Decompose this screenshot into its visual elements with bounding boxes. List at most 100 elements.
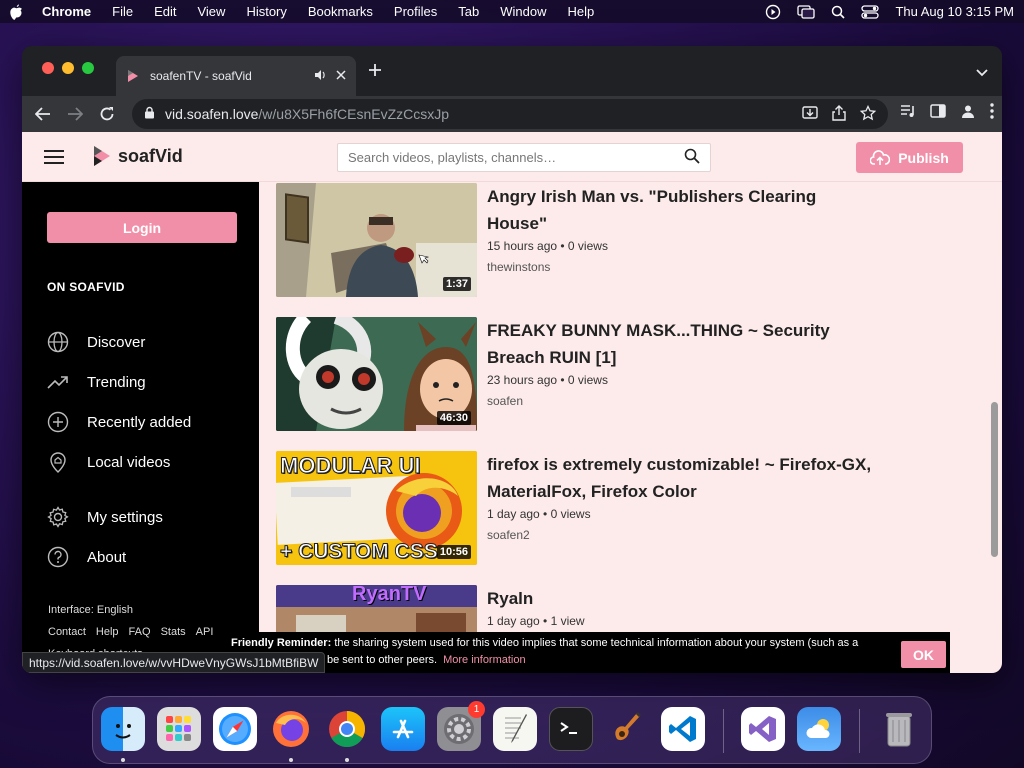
new-tab-button[interactable] — [368, 62, 382, 80]
footer-link-api[interactable]: API — [196, 626, 214, 638]
footer-link-stats[interactable]: Stats — [161, 626, 186, 638]
video-title[interactable]: firefox is extremely customizable! ~ Fir… — [487, 451, 877, 505]
apple-icon[interactable] — [10, 4, 24, 20]
minimize-window-button[interactable] — [62, 62, 74, 74]
reload-icon[interactable] — [96, 103, 118, 125]
privacy-reminder-banner: Friendly Reminder: the sharing system us… — [222, 632, 950, 673]
reminder-label: Friendly Reminder: — [231, 637, 332, 649]
media-controls-icon[interactable] — [900, 104, 916, 123]
video-info: 1 day ago • 0 views — [487, 507, 591, 521]
search-icon[interactable] — [684, 148, 700, 167]
hamburger-menu-icon[interactable] — [44, 150, 64, 164]
list-item: 46:30 FREAKY BUNNY MASK...THING ~ Securi… — [276, 317, 877, 431]
weather-icon[interactable] — [797, 707, 841, 751]
chrome-icon[interactable] — [325, 707, 369, 751]
sidebar-item-recently-added[interactable]: Recently added — [47, 411, 191, 433]
side-panel-icon[interactable] — [930, 104, 946, 123]
firefox-icon[interactable] — [269, 707, 313, 751]
close-tab-icon[interactable] — [336, 69, 346, 83]
video-thumbnail[interactable]: 46:30 — [276, 317, 477, 431]
menu-file[interactable]: File — [112, 4, 133, 19]
search-input[interactable] — [348, 150, 684, 165]
login-button[interactable]: Login — [47, 212, 237, 243]
speaker-icon[interactable] — [314, 69, 326, 84]
menu-bookmarks[interactable]: Bookmarks — [308, 4, 373, 19]
ok-button[interactable]: OK — [901, 641, 946, 668]
video-duration: 46:30 — [436, 411, 471, 425]
garageband-icon[interactable] — [605, 707, 649, 751]
browser-tab-active[interactable]: soafenTV - soafVid — [116, 56, 356, 96]
video-thumbnail[interactable]: MODULAR UI + CUSTOM CSS 10:56 — [276, 451, 477, 565]
video-channel[interactable]: thewinstons — [487, 260, 877, 274]
footer-link-help[interactable]: Help — [96, 626, 119, 638]
profile-avatar-icon[interactable] — [960, 103, 976, 124]
sidebar-item-my-settings[interactable]: My settings — [47, 506, 163, 528]
plus-circle-icon — [47, 411, 69, 433]
back-arrow-icon[interactable] — [32, 103, 54, 125]
video-title[interactable]: Ryaln — [487, 585, 877, 612]
forward-arrow-icon[interactable] — [64, 103, 86, 125]
launchpad-icon[interactable] — [157, 707, 201, 751]
footer-link-contact[interactable]: Contact — [48, 626, 86, 638]
zoom-window-button[interactable] — [82, 62, 94, 74]
visual-studio-icon[interactable] — [741, 707, 785, 751]
vscode-icon[interactable] — [661, 707, 705, 751]
safari-icon[interactable] — [213, 707, 257, 751]
sidebar-item-about[interactable]: About — [47, 546, 126, 568]
textedit-icon[interactable] — [493, 707, 537, 751]
install-app-icon[interactable] — [802, 105, 818, 124]
terminal-icon[interactable] — [549, 707, 593, 751]
system-settings-icon[interactable]: 1 — [437, 701, 485, 751]
menu-history[interactable]: History — [246, 4, 286, 19]
menu-window[interactable]: Window — [500, 4, 546, 19]
page-scrollbar[interactable] — [991, 402, 998, 557]
web-page: soafVid Publish Login ON SOAFVID Discove… — [22, 132, 1002, 673]
clock[interactable]: Thu Aug 10 3:15 PM — [895, 4, 1014, 19]
video-channel[interactable]: soafen2 — [487, 528, 877, 542]
app-store-icon[interactable] — [381, 707, 425, 751]
more-information-link[interactable]: More information — [443, 654, 526, 666]
share-icon[interactable] — [832, 104, 846, 124]
sidebar-item-trending[interactable]: Trending — [47, 371, 146, 393]
logo-text: soafVid — [118, 145, 183, 166]
menu-view[interactable]: View — [197, 4, 225, 19]
video-info: 15 hours ago • 0 views — [487, 239, 608, 253]
video-title[interactable]: FREAKY BUNNY MASK...THING ~ Security Bre… — [487, 317, 877, 371]
dock-separator — [723, 709, 724, 753]
browser-menu-icon[interactable] — [990, 103, 994, 124]
interface-language[interactable]: Interface: English — [48, 599, 223, 621]
site-logo[interactable]: soafVid — [92, 144, 183, 168]
screen-mirroring-icon[interactable] — [797, 4, 816, 19]
close-window-button[interactable] — [42, 62, 54, 74]
footer-link-faq[interactable]: FAQ — [129, 626, 151, 638]
tab-search-chevron-icon[interactable] — [976, 64, 988, 82]
finder-icon[interactable] — [101, 707, 145, 751]
menu-profiles[interactable]: Profiles — [394, 4, 437, 19]
video-thumbnail[interactable]: 1:37 — [276, 183, 477, 297]
sidebar-item-label: Discover — [87, 333, 146, 351]
address-bar[interactable]: vid.soafen.love/w/u8X5Fh6fCEsnEvZzCcsxJp — [132, 99, 888, 129]
list-item: MODULAR UI + CUSTOM CSS 10:56 firefox is… — [276, 451, 877, 565]
trash-icon[interactable] — [877, 707, 921, 751]
sidebar-item-local-videos[interactable]: Local videos — [47, 451, 170, 473]
sidebar-item-label: Recently added — [87, 413, 192, 431]
video-channel[interactable]: soafen — [487, 394, 877, 408]
location-pin-icon — [50, 452, 66, 473]
video-title[interactable]: Angry Irish Man vs. "Publishers Clearing… — [487, 183, 877, 237]
window-controls — [42, 62, 94, 74]
bookmark-star-icon[interactable] — [859, 104, 877, 124]
play-icon[interactable] — [765, 4, 781, 20]
menu-edit[interactable]: Edit — [154, 4, 176, 19]
menu-app[interactable]: Chrome — [42, 4, 91, 19]
sidebar-item-discover[interactable]: Discover — [47, 331, 145, 353]
notification-badge: 1 — [468, 701, 485, 718]
menu-help[interactable]: Help — [568, 4, 595, 19]
control-center-icon[interactable] — [861, 4, 880, 19]
menu-tab[interactable]: Tab — [458, 4, 479, 19]
video-info: 1 day ago • 1 view — [487, 614, 585, 628]
status-bar-url: https://vid.soafen.love/w/vvHDweVnyGWsJ1… — [22, 652, 326, 673]
running-indicator — [121, 758, 125, 762]
publish-button[interactable]: Publish — [856, 142, 963, 173]
spotlight-search-icon[interactable] — [831, 5, 846, 19]
site-info-icon[interactable] — [144, 106, 155, 122]
